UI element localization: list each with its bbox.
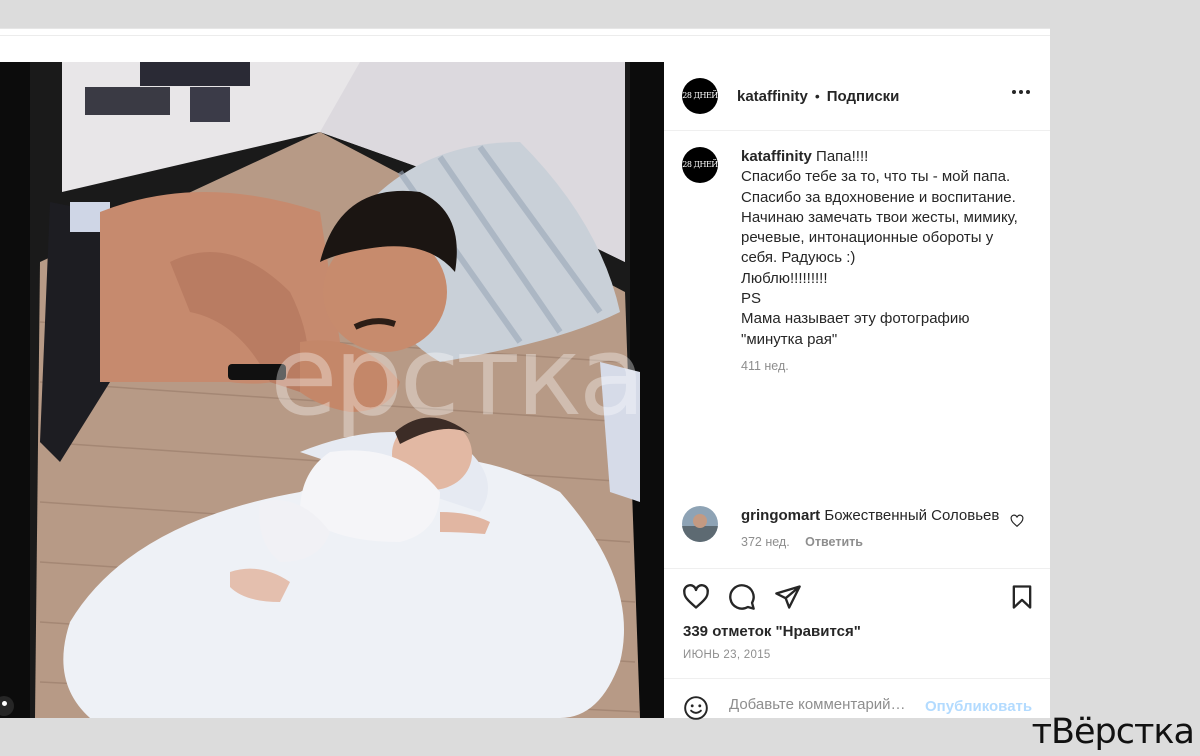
post-sidebar: 28 ДНЕЙ kataffinity • Подписки 28 ДНЕЙ k… <box>664 62 1050 721</box>
comments-list[interactable]: 28 ДНЕЙ kataffinity Папа!!!! Спасибо теб… <box>664 130 1050 568</box>
comment-like-icon[interactable] <box>1010 514 1024 528</box>
comment-avatar-image <box>682 506 718 542</box>
photo-watermark: ерстка <box>270 312 646 440</box>
emoji-icon[interactable] <box>683 695 709 721</box>
browser-strip <box>0 28 1050 63</box>
avatar[interactable]: 28 ДНЕЙ <box>682 78 718 114</box>
add-comment-bar: Опубликовать <box>664 678 1050 721</box>
post-photo[interactable]: ерстка <box>0 62 664 718</box>
comment-username[interactable]: gringomart <box>741 507 820 524</box>
post-actions: 339 отметок "Нравится" ИЮНЬ 23, 2015 <box>664 568 1050 679</box>
follow-status-button[interactable]: Подписки <box>827 88 900 105</box>
browser-divider <box>0 35 1050 36</box>
caption-time[interactable]: 411 нед. <box>741 359 789 373</box>
caption-avatar-logo-text: 28 ДНЕЙ <box>682 160 718 169</box>
caption-body: kataffinity Папа!!!! Спасибо тебе за то,… <box>741 147 1021 376</box>
caption-username[interactable]: kataffinity <box>741 148 812 165</box>
comment-time[interactable]: 372 нед. <box>741 535 790 549</box>
instagram-post: ерстка 28 ДНЕЙ kataffinity • Подписки 28… <box>0 62 1050 721</box>
post-header: 28 ДНЕЙ kataffinity • Подписки <box>664 62 1050 131</box>
header-separator: • <box>814 88 820 104</box>
more-options-icon[interactable] <box>1012 90 1030 94</box>
action-icons-row <box>680 583 1040 613</box>
heart-icon[interactable] <box>682 583 710 611</box>
publish-button[interactable]: Опубликовать <box>925 698 1032 715</box>
caption-meta: 411 нед. <box>741 356 1021 376</box>
caption-avatar[interactable]: 28 ДНЕЙ <box>682 147 718 183</box>
share-icon[interactable] <box>774 583 802 611</box>
comment-text: Божественный Соловьев <box>824 507 1000 524</box>
comment-meta: 372 нед. Ответить <box>741 532 1021 552</box>
caption-text: Папа!!!! Спасибо тебе за то, что ты - мо… <box>741 148 1018 348</box>
likes-count[interactable]: 339 отметок "Нравится" <box>683 623 861 640</box>
comment-input[interactable] <box>729 696 919 713</box>
comment-icon[interactable] <box>728 583 756 611</box>
reply-button[interactable]: Ответить <box>805 535 863 549</box>
comment-avatar[interactable] <box>682 506 718 542</box>
comment-body: gringomart Божественный Соловьев 372 нед… <box>741 506 1021 553</box>
header-username[interactable]: kataffinity <box>737 88 808 105</box>
bookmark-icon[interactable] <box>1008 583 1036 611</box>
brand-watermark: тВёрстка <box>1031 712 1195 752</box>
avatar-logo-text: 28 ДНЕЙ <box>682 91 718 100</box>
post-date[interactable]: ИЮНЬ 23, 2015 <box>683 649 771 661</box>
